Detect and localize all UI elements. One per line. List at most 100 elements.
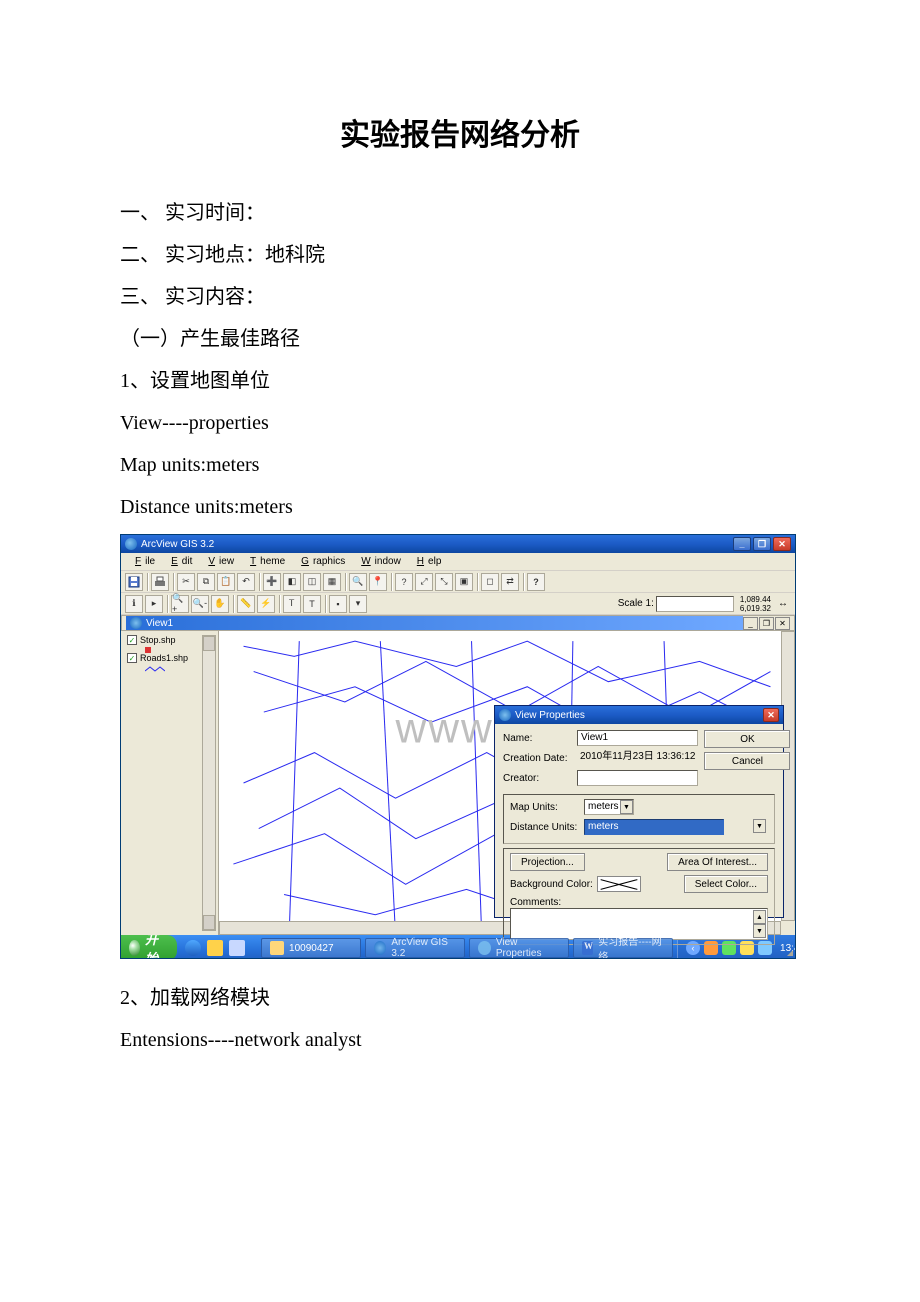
zoom-sel-icon[interactable]: ▣ <box>455 573 473 591</box>
ie-icon[interactable] <box>185 940 201 956</box>
zoom-out-icon[interactable]: 🔍- <box>191 595 209 613</box>
task-word[interactable]: 实习报告----网络... <box>573 938 673 958</box>
mapunits-label: Map Units: <box>510 802 580 813</box>
toc-scrollbar[interactable] <box>202 635 216 931</box>
doc-title: 实验报告网络分析 <box>120 110 800 154</box>
view-properties-dialog[interactable]: View Properties ✕ Name: View1 Creation D… <box>494 705 784 918</box>
show-desktop-icon[interactable] <box>229 940 245 956</box>
theme-props-icon[interactable]: ◧ <box>283 573 301 591</box>
pointer-icon[interactable]: ▸ <box>145 595 163 613</box>
dialog-close-button[interactable]: ✕ <box>763 708 779 722</box>
line-10: Entensions----network analyst <box>120 1019 800 1061</box>
hotlink-icon[interactable]: ⚡ <box>257 595 275 613</box>
checkbox-icon[interactable] <box>127 653 137 663</box>
view-doc-close[interactable]: ✕ <box>775 617 790 630</box>
menu-graphics[interactable]: Graphics <box>293 555 349 568</box>
query-icon[interactable]: ? <box>395 573 413 591</box>
view-doc-title: View1 <box>146 618 173 629</box>
app-title: ArcView GIS 3.2 <box>141 539 214 550</box>
doc-body: 一、 实习时间： 二、 实习地点：地科院 三、 实习内容： （一）产生最佳路径 … <box>120 192 800 528</box>
select-color-button[interactable]: Select Color... <box>684 875 768 893</box>
scroll-up-icon[interactable]: ▲ <box>753 910 766 924</box>
save-icon[interactable] <box>125 573 143 591</box>
viewprops-task-icon <box>478 941 491 955</box>
zoom-in-icon[interactable]: 🔍+ <box>171 595 189 613</box>
menu-theme[interactable]: Theme <box>242 555 289 568</box>
view-doc-restore[interactable]: ❐ <box>759 617 774 630</box>
scale-label: Scale 1: <box>618 598 656 609</box>
edit-legend-icon[interactable]: ◫ <box>303 573 321 591</box>
identify-icon[interactable]: ℹ <box>125 595 143 613</box>
line-6: View----properties <box>120 402 800 444</box>
maximize-button[interactable]: ❐ <box>753 537 771 551</box>
distunits-select[interactable]: meters <box>584 819 724 835</box>
dialog-title: View Properties <box>515 710 585 721</box>
name-field[interactable]: View1 <box>577 730 698 746</box>
toolbar-row-2: ℹ ▸ 🔍+ 🔍- ✋ 📏 ⚡ Ꭲ T ▪ ▾ Scale 1: 1,089.4… <box>121 593 795 615</box>
app-icon <box>125 538 137 550</box>
close-button[interactable]: ✕ <box>773 537 791 551</box>
mail-icon[interactable] <box>207 940 223 956</box>
open-table-icon[interactable]: ▦ <box>323 573 341 591</box>
measure-icon[interactable]: 📏 <box>237 595 255 613</box>
locate-icon[interactable]: 📍 <box>369 573 387 591</box>
zoom-full-icon[interactable]: ⤢ <box>415 573 433 591</box>
view-doc-icon <box>130 617 142 629</box>
minimize-button[interactable]: _ <box>733 537 751 551</box>
label-icon[interactable]: Ꭲ <box>283 595 301 613</box>
task-viewprops[interactable]: View Properties <box>469 938 569 958</box>
line-7: Map units:meters <box>120 444 800 486</box>
checkbox-icon[interactable] <box>127 635 137 645</box>
menu-file[interactable]: File <box>127 555 159 568</box>
creation-label: Creation Date: <box>503 753 573 764</box>
paste-icon[interactable]: 📋 <box>217 573 235 591</box>
creation-value: 2010年11月23日 13:36:12 <box>577 750 698 766</box>
find-icon[interactable]: 🔍 <box>349 573 367 591</box>
creator-field[interactable] <box>577 770 698 786</box>
zoom-active-icon[interactable]: ⤡ <box>435 573 453 591</box>
undo-icon[interactable]: ↶ <box>237 573 255 591</box>
scroll-down-icon[interactable]: ▼ <box>753 924 766 938</box>
task-folder[interactable]: 10090427 <box>261 938 361 958</box>
line-4: （一）产生最佳路径 <box>120 318 800 360</box>
text-icon[interactable]: T <box>303 595 321 613</box>
toc-theme-label: Stop.shp <box>140 635 176 645</box>
mapunits-select[interactable]: meters ▼ <box>584 799 634 815</box>
dropdown-icon[interactable]: ▼ <box>620 800 633 814</box>
clear-sel-icon[interactable]: ◻ <box>481 573 499 591</box>
cut-icon[interactable]: ✂ <box>177 573 195 591</box>
menu-edit[interactable]: Edit <box>163 555 196 568</box>
task-arcview[interactable]: ArcView GIS 3.2 <box>365 938 465 958</box>
print-icon[interactable] <box>151 573 169 591</box>
pan-icon[interactable]: ✋ <box>211 595 229 613</box>
bgcolor-swatch[interactable] <box>597 876 641 892</box>
dropdown-icon[interactable]: ▼ <box>753 819 766 833</box>
creator-label: Creator: <box>503 773 573 784</box>
menu-window[interactable]: Window <box>353 555 405 568</box>
menu-view[interactable]: View <box>200 555 238 568</box>
app-titlebar: ArcView GIS 3.2 _ ❐ ✕ <box>121 535 795 553</box>
line-2: 二、 实习地点：地科院 <box>120 234 800 276</box>
legend-line-icon <box>145 665 165 673</box>
projection-button[interactable]: Projection... <box>510 853 585 871</box>
arcview-task-icon <box>374 941 386 955</box>
draw-icon[interactable]: ▪ <box>329 595 347 613</box>
ok-button[interactable]: OK <box>704 730 790 748</box>
start-button[interactable]: 开始 <box>121 935 177 959</box>
line-1: 一、 实习时间： <box>120 192 800 234</box>
map-canvas[interactable]: www.bdocx.com View Properties ✕ <box>219 631 795 935</box>
draw-drop-icon[interactable]: ▾ <box>349 595 367 613</box>
dialog-titlebar[interactable]: View Properties ✕ <box>495 706 783 724</box>
menubar: File Edit View Theme Graphics Window Hel… <box>121 553 795 571</box>
switch-sel-icon[interactable]: ⇄ <box>501 573 519 591</box>
help-icon[interactable]: ? <box>527 573 545 591</box>
word-icon <box>582 941 593 955</box>
line-8: Distance units:meters <box>120 486 800 528</box>
scale-input[interactable] <box>656 596 734 612</box>
aoi-button[interactable]: Area Of Interest... <box>667 853 768 871</box>
copy-icon[interactable]: ⧉ <box>197 573 215 591</box>
menu-help[interactable]: Help <box>409 555 446 568</box>
view-doc-minimize[interactable]: _ <box>743 617 758 630</box>
cancel-button[interactable]: Cancel <box>704 752 790 770</box>
add-theme-icon[interactable]: ➕ <box>263 573 281 591</box>
